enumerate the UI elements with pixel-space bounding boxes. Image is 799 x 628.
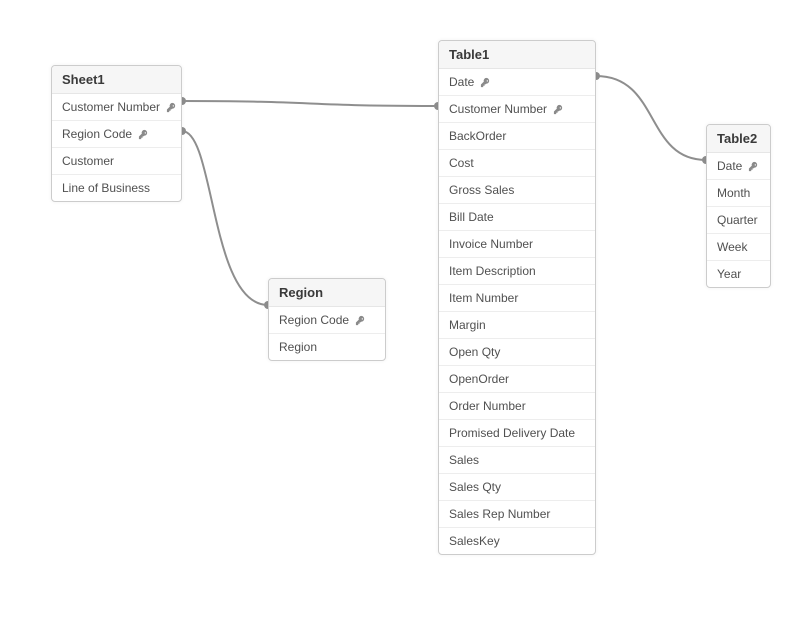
table-title: Region [279, 285, 323, 300]
table-row[interactable]: Month [707, 179, 770, 206]
table-row[interactable]: Line of Business [52, 174, 181, 201]
field-label: Region Code [62, 127, 132, 141]
field-label: OpenOrder [449, 372, 509, 386]
field-label: Line of Business [62, 181, 150, 195]
table-title: Table1 [449, 47, 489, 62]
table-row[interactable]: Quarter [707, 206, 770, 233]
table-row[interactable]: BackOrder [439, 122, 595, 149]
table-row[interactable]: Promised Delivery Date [439, 419, 595, 446]
table-row[interactable]: Date [707, 153, 770, 179]
field-label: Customer Number [62, 100, 160, 114]
field-label: Month [717, 186, 750, 200]
field-label: SalesKey [449, 534, 500, 548]
field-label: BackOrder [449, 129, 506, 143]
table-header[interactable]: Region [269, 279, 385, 307]
key-icon [553, 104, 564, 115]
table-row[interactable]: Cost [439, 149, 595, 176]
table-row[interactable]: Bill Date [439, 203, 595, 230]
table-row[interactable]: Region [269, 333, 385, 360]
field-label: Customer Number [449, 102, 547, 116]
key-icon [355, 315, 366, 326]
table-row[interactable]: Sales Qty [439, 473, 595, 500]
table-row[interactable]: Region Code [269, 307, 385, 333]
table-row[interactable]: Region Code [52, 120, 181, 147]
table-row[interactable]: OpenOrder [439, 365, 595, 392]
field-label: Gross Sales [449, 183, 514, 197]
field-label: Region Code [279, 313, 349, 327]
table-rows: Region Code Region [269, 307, 385, 360]
field-label: Region [279, 340, 317, 354]
table-row[interactable]: Item Description [439, 257, 595, 284]
table-rows: Customer Number Region Code Customer Lin… [52, 94, 181, 201]
field-label: Sales Qty [449, 480, 501, 494]
key-icon [480, 77, 491, 88]
table-row[interactable]: Customer [52, 147, 181, 174]
field-label: Sales Rep Number [449, 507, 550, 521]
table-row[interactable]: Margin [439, 311, 595, 338]
field-label: Customer [62, 154, 114, 168]
table-rows: Date Customer Number BackOrder Cost Gros… [439, 69, 595, 554]
field-label: Item Description [449, 264, 536, 278]
table-row[interactable]: Customer Number [52, 94, 181, 120]
table-table1[interactable]: Table1 Date Customer Number BackOrder Co… [438, 40, 596, 555]
table-row[interactable]: SalesKey [439, 527, 595, 554]
table-header[interactable]: Table2 [707, 125, 770, 153]
table-row[interactable]: Item Number [439, 284, 595, 311]
table-region[interactable]: Region Region Code Region [268, 278, 386, 361]
table-header[interactable]: Table1 [439, 41, 595, 69]
table-rows: Date Month Quarter Week Year [707, 153, 770, 287]
key-icon [138, 129, 149, 140]
table-row[interactable]: Week [707, 233, 770, 260]
table-row[interactable]: Year [707, 260, 770, 287]
field-label: Open Qty [449, 345, 500, 359]
table-title: Table2 [717, 131, 757, 146]
field-label: Invoice Number [449, 237, 533, 251]
field-label: Bill Date [449, 210, 494, 224]
table-sheet1[interactable]: Sheet1 Customer Number Region Code Custo… [51, 65, 182, 202]
table-row[interactable]: Date [439, 69, 595, 95]
field-label: Margin [449, 318, 486, 332]
field-label: Item Number [449, 291, 518, 305]
table-row[interactable]: Gross Sales [439, 176, 595, 203]
field-label: Week [717, 240, 747, 254]
field-label: Quarter [717, 213, 758, 227]
field-label: Date [717, 159, 742, 173]
field-label: Order Number [449, 399, 526, 413]
table-row[interactable]: Customer Number [439, 95, 595, 122]
field-label: Sales [449, 453, 479, 467]
table-table2[interactable]: Table2 Date Month Quarter Week Year [706, 124, 771, 288]
table-row[interactable]: Sales [439, 446, 595, 473]
field-label: Cost [449, 156, 474, 170]
table-row[interactable]: Order Number [439, 392, 595, 419]
key-icon [748, 161, 759, 172]
key-icon [166, 102, 177, 113]
table-row[interactable]: Sales Rep Number [439, 500, 595, 527]
field-label: Promised Delivery Date [449, 426, 575, 440]
table-header[interactable]: Sheet1 [52, 66, 181, 94]
field-label: Year [717, 267, 741, 281]
table-row[interactable]: Invoice Number [439, 230, 595, 257]
table-row[interactable]: Open Qty [439, 338, 595, 365]
diagram-canvas: Sheet1 Customer Number Region Code Custo… [0, 0, 799, 628]
field-label: Date [449, 75, 474, 89]
table-title: Sheet1 [62, 72, 105, 87]
